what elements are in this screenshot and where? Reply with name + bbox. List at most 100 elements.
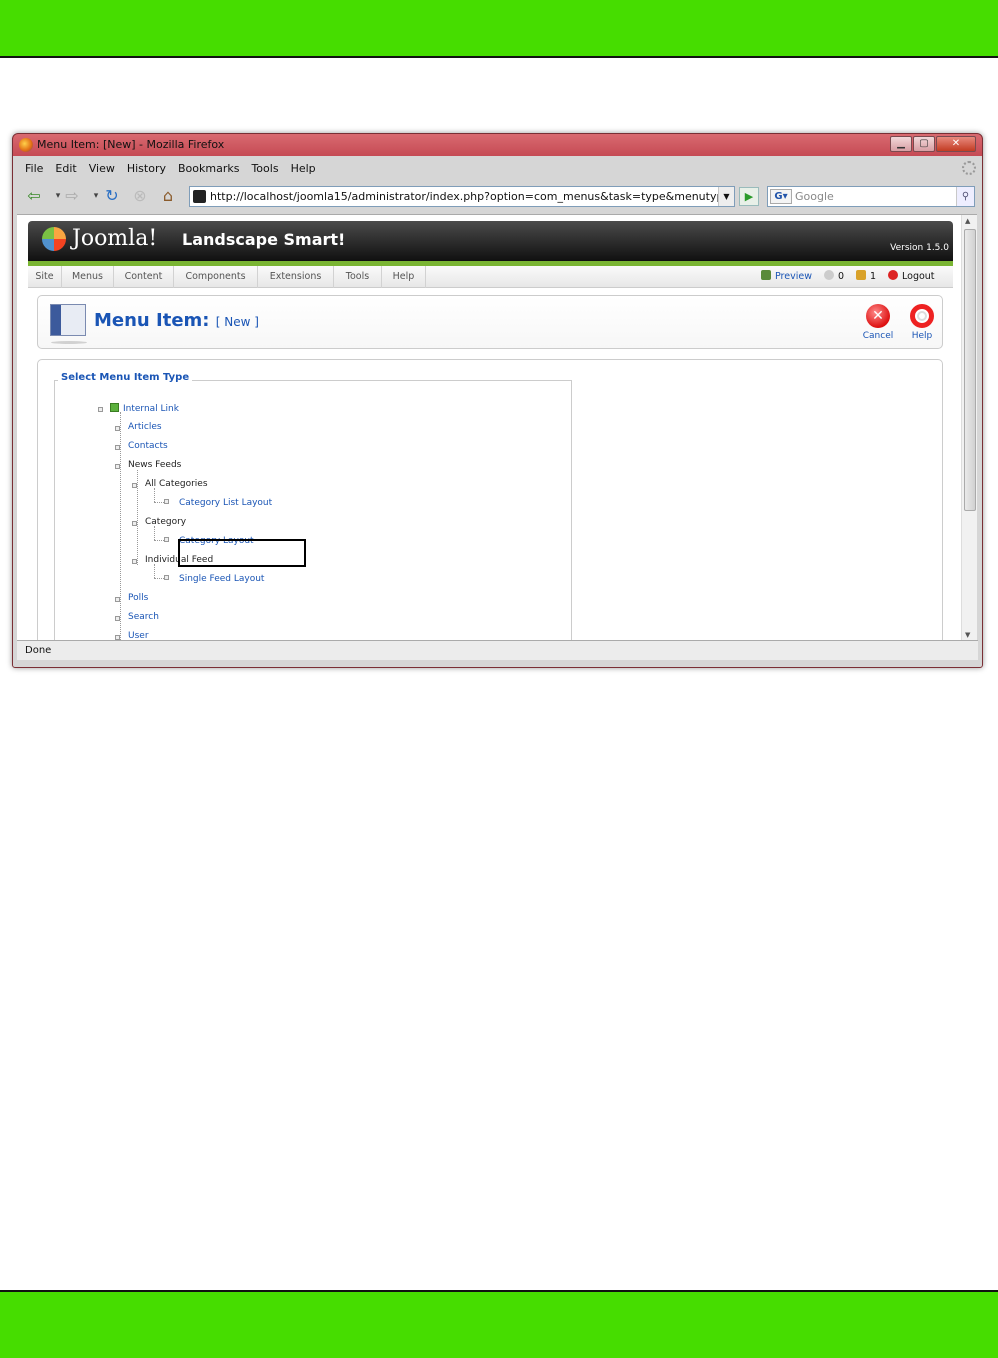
tree-node-single-feed-layout[interactable]: Single Feed Layout [179, 574, 264, 584]
joomla-brand: Joomla! [72, 226, 158, 251]
collapse-toggle[interactable] [132, 483, 137, 488]
admin-menu: Site Menus Content Components Extensions… [28, 266, 953, 288]
page-title-text: Menu Item: [94, 310, 210, 331]
cancel-label: Cancel [862, 331, 894, 341]
preview-link[interactable]: Preview [775, 266, 812, 288]
menu-help[interactable]: Help [285, 158, 322, 180]
throbber-icon [962, 161, 976, 175]
leaf-marker [164, 537, 169, 542]
admin-menu-menus[interactable]: Menus [62, 266, 114, 288]
help-lifebuoy-icon [910, 304, 934, 328]
leaf-marker [164, 499, 169, 504]
page-subtitle: [ New ] [215, 315, 259, 329]
search-icon[interactable]: ⚲ [956, 187, 974, 206]
leaf-marker [164, 575, 169, 580]
page-toolbar: Menu Item: [ New ] ✕ Cancel Help [37, 295, 943, 349]
expand-toggle[interactable] [115, 426, 120, 431]
admin-menu-tools[interactable]: Tools [334, 266, 382, 288]
bottom-green-band [0, 1290, 998, 1358]
joomla-header: Joomla! Landscape Smart! Version 1.5.0 [28, 221, 953, 261]
tree-node-category-list-layout[interactable]: Category List Layout [179, 498, 272, 508]
close-button[interactable]: ✕ [936, 136, 976, 152]
expand-toggle[interactable] [115, 616, 120, 621]
status-bar: Done [17, 640, 978, 660]
url-dropdown-icon[interactable]: ▼ [718, 187, 734, 206]
search-input[interactable]: G▾ Google ⚲ [767, 186, 975, 207]
collapse-toggle[interactable] [132, 521, 137, 526]
menu-edit[interactable]: Edit [49, 158, 82, 180]
preview-icon[interactable] [761, 266, 771, 288]
tree-node-search[interactable]: Search [128, 612, 159, 622]
content-panel: Select Menu Item Type Internal Link Arti… [37, 359, 943, 640]
tree-line [137, 470, 138, 565]
google-engine-icon[interactable]: G▾ [770, 189, 792, 204]
collapse-toggle[interactable] [115, 464, 120, 469]
vertical-scrollbar[interactable]: ▲ ▼ [961, 215, 977, 640]
collapse-toggle[interactable] [132, 559, 137, 564]
tree-node-all-categories[interactable]: All Categories [145, 479, 208, 489]
tree-node-contacts[interactable]: Contacts [128, 441, 168, 451]
window-title: Menu Item: [New] - Mozilla Firefox [37, 138, 225, 151]
tree-node-category[interactable]: Category [145, 517, 186, 527]
cancel-icon: ✕ [866, 304, 890, 328]
maximize-button[interactable]: ▢ [913, 136, 935, 152]
search-placeholder: Google [795, 190, 834, 203]
minimize-button[interactable]: ▁ [890, 136, 912, 152]
admin-menu-help[interactable]: Help [382, 266, 426, 288]
expand-toggle[interactable] [115, 597, 120, 602]
joomla-logo-icon [42, 227, 66, 251]
top-green-band [0, 0, 998, 58]
title-bar: Menu Item: [New] - Mozilla Firefox ▁ ▢ ✕ [13, 134, 982, 156]
admin-menu-extensions[interactable]: Extensions [258, 266, 334, 288]
tree-node-internal-link[interactable]: Internal Link [110, 403, 179, 414]
admin-menu-components[interactable]: Components [174, 266, 258, 288]
navigation-toolbar: ⇦ ▾ ⇨ ▾ ↻ ⊗ ⌂ http://localhost/joomla15/… [17, 182, 978, 212]
url-input[interactable]: http://localhost/joomla15/administrator/… [189, 186, 735, 207]
admin-menu-site[interactable]: Site [28, 266, 62, 288]
scroll-up-icon[interactable]: ▲ [965, 217, 970, 225]
back-arrow-icon[interactable]: ⇦ [23, 185, 45, 207]
logout-icon[interactable] [888, 266, 898, 288]
forward-arrow-icon[interactable]: ⇨ [61, 185, 83, 207]
fieldset-legend: Select Menu Item Type [58, 372, 193, 383]
users-icon [856, 266, 866, 288]
menu-bar: File Edit View History Bookmarks Tools H… [19, 158, 976, 180]
messages-icon[interactable] [824, 266, 834, 288]
menu-view[interactable]: View [83, 158, 121, 180]
home-icon[interactable]: ⌂ [157, 185, 179, 207]
go-button[interactable]: ▶ [739, 187, 759, 206]
tree-node-news-feeds[interactable]: News Feeds [128, 460, 181, 470]
page-title: Menu Item: [ New ] [94, 310, 259, 331]
help-label: Help [911, 331, 933, 341]
tree-line [120, 412, 121, 640]
tree-node-user[interactable]: User [128, 631, 149, 640]
menu-tools[interactable]: Tools [245, 158, 284, 180]
firefox-window: Menu Item: [New] - Mozilla Firefox ▁ ▢ ✕… [12, 133, 983, 668]
help-button[interactable]: Help [904, 304, 940, 341]
cancel-button[interactable]: ✕ Cancel [860, 304, 896, 341]
menu-history[interactable]: History [121, 158, 172, 180]
tree-line [154, 488, 155, 502]
scroll-down-icon[interactable]: ▼ [965, 631, 970, 639]
tree-node-articles[interactable]: Articles [128, 422, 162, 432]
tree-node-polls[interactable]: Polls [128, 593, 148, 603]
joomla-favicon-icon [193, 190, 206, 203]
logout-link[interactable]: Logout [902, 266, 935, 288]
admin-menu-content[interactable]: Content [114, 266, 174, 288]
firefox-logo-icon [19, 138, 33, 152]
reload-icon[interactable]: ↻ [101, 185, 123, 207]
messages-count: 0 [838, 271, 845, 282]
menu-bookmarks[interactable]: Bookmarks [172, 158, 245, 180]
collapse-toggle[interactable] [98, 407, 103, 412]
scrollbar-thumb[interactable] [964, 229, 976, 511]
url-text: http://localhost/joomla15/administrator/… [210, 190, 734, 203]
stop-icon[interactable]: ⊗ [129, 185, 151, 207]
menu-file[interactable]: File [19, 158, 49, 180]
tree-line [154, 526, 155, 540]
version-label: Version 1.5.0 [890, 243, 949, 253]
site-name: Landscape Smart! [182, 230, 346, 249]
tree-line [154, 564, 155, 578]
users-count: 1 [870, 271, 877, 282]
menu-item-page-icon [50, 304, 87, 344]
expand-toggle[interactable] [115, 445, 120, 450]
